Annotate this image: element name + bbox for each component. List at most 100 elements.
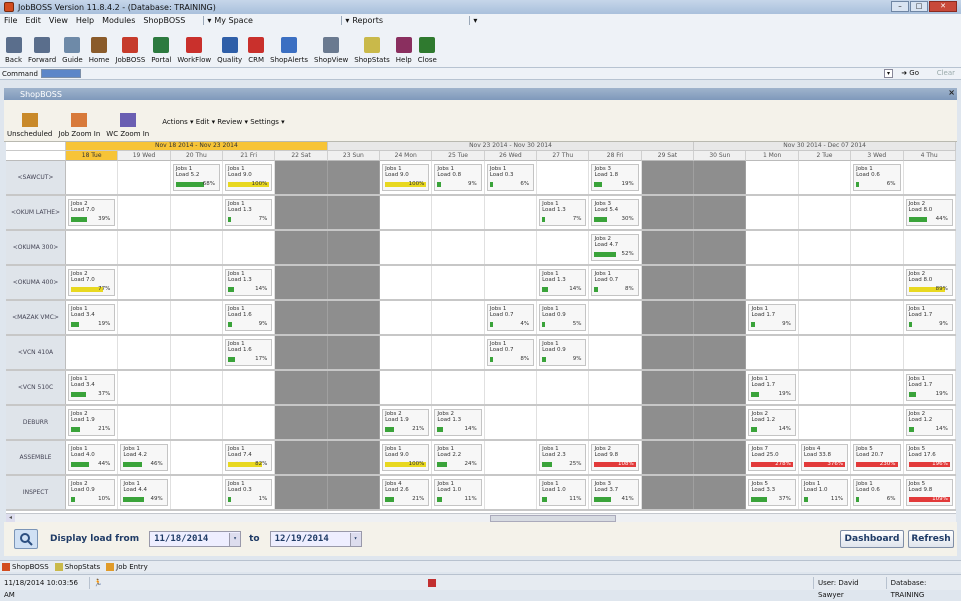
- day-cell[interactable]: [171, 406, 224, 439]
- day-cell[interactable]: [223, 231, 276, 264]
- day-cell[interactable]: Jobs 1 Load 2.2 24%: [432, 441, 485, 474]
- day-cell[interactable]: [380, 336, 433, 369]
- day-cell[interactable]: [275, 266, 328, 299]
- day-cell[interactable]: [641, 196, 695, 229]
- load-card[interactable]: Jobs 1 Load 2.2 24%: [434, 444, 482, 471]
- day-cell[interactable]: [118, 301, 171, 334]
- day-cell[interactable]: [66, 336, 119, 369]
- workcenter-name[interactable]: <OKUM LATHE>: [6, 196, 66, 229]
- day-cell[interactable]: Jobs 1 Load 1.6 17%: [223, 336, 276, 369]
- day-cell[interactable]: [380, 231, 433, 264]
- menu-file[interactable]: File: [4, 16, 17, 25]
- load-card[interactable]: Jobs 2 Load 7.0 77%: [68, 269, 116, 296]
- load-card[interactable]: Jobs 1 Load 1.7 19%: [905, 374, 953, 401]
- day-cell[interactable]: Jobs 5 Load 3.3 37%: [746, 476, 799, 509]
- day-cell[interactable]: [223, 371, 276, 404]
- load-card[interactable]: Jobs 1 Load 1.6 17%: [225, 339, 273, 366]
- load-card[interactable]: Jobs 1 Load 9.0 100%: [225, 164, 273, 191]
- menu-shopboss[interactable]: ShopBOSS: [143, 16, 185, 25]
- day-cell[interactable]: [171, 231, 224, 264]
- toolbar-home-button[interactable]: Home: [86, 26, 113, 67]
- load-card[interactable]: Jobs 1 Load 1.6 9%: [225, 304, 273, 331]
- day-cell[interactable]: Jobs 5 Load 17.6 196%: [904, 441, 956, 474]
- toolbar-shopstats-button[interactable]: ShopStats: [351, 26, 392, 67]
- from-date-field[interactable]: 11/18/2014 ▾: [149, 531, 242, 547]
- day-cell[interactable]: Jobs 4 Load 33.8 376%: [799, 441, 852, 474]
- day-cell[interactable]: [275, 371, 328, 404]
- load-card[interactable]: Jobs 5 Load 3.3 37%: [748, 479, 796, 506]
- day-cell[interactable]: [641, 476, 695, 509]
- day-cell[interactable]: [799, 336, 852, 369]
- day-cell[interactable]: [746, 266, 799, 299]
- load-card[interactable]: Jobs 1 Load 3.4 19%: [68, 304, 116, 331]
- load-card[interactable]: Jobs 2 Load 1.3 14%: [434, 409, 482, 436]
- load-card[interactable]: Jobs 3 Load 5.4 30%: [591, 199, 639, 226]
- tab-shopstats[interactable]: ShopStats: [54, 562, 100, 571]
- close-window-button[interactable]: ✕: [929, 1, 957, 12]
- day-cell[interactable]: [694, 161, 747, 194]
- day-cell[interactable]: Jobs 1 Load 1.7 19%: [746, 371, 799, 404]
- day-cell[interactable]: [485, 196, 538, 229]
- day-cell[interactable]: [904, 336, 956, 369]
- tab-shopboss[interactable]: ShopBOSS: [2, 562, 49, 571]
- workcenter-name[interactable]: ASSEMBLE: [6, 441, 66, 474]
- day-cell[interactable]: Jobs 2 Load 4.7 52%: [589, 231, 642, 264]
- day-cell[interactable]: [851, 266, 904, 299]
- load-card[interactable]: Jobs 2 Load 1.2 14%: [905, 409, 953, 436]
- calendar-dropdown-icon[interactable]: ▾: [349, 532, 361, 546]
- load-card[interactable]: Jobs 4 Load 33.8 376%: [800, 444, 849, 471]
- day-cell[interactable]: [327, 406, 381, 439]
- day-cell[interactable]: [380, 301, 433, 334]
- day-cell[interactable]: [537, 371, 590, 404]
- command-input[interactable]: [40, 69, 81, 78]
- day-cell[interactable]: [694, 476, 747, 509]
- day-cell[interactable]: Jobs 1 Load 4.2 46%: [118, 441, 171, 474]
- day-cell[interactable]: Jobs 7 Load 25.0 278%: [746, 441, 799, 474]
- day-cell[interactable]: Jobs 1 Load 4.4 49%: [118, 476, 171, 509]
- day-cell[interactable]: [694, 266, 747, 299]
- day-cell[interactable]: [746, 161, 799, 194]
- load-card[interactable]: Jobs 1 Load 4.2 46%: [120, 444, 168, 471]
- to-date-field[interactable]: 12/19/2014 ▾: [269, 531, 362, 547]
- load-card[interactable]: Jobs 1 Load 1.7 19%: [748, 374, 796, 401]
- day-cell[interactable]: Jobs 3 Load 3.7 41%: [589, 476, 642, 509]
- day-cell[interactable]: [694, 371, 747, 404]
- day-cell[interactable]: Jobs 1 Load 1.7 9%: [746, 301, 799, 334]
- load-card[interactable]: Jobs 1 Load 1.7 9%: [748, 304, 796, 331]
- day-cell[interactable]: [851, 196, 904, 229]
- load-card[interactable]: Jobs 1 Load 0.3 1%: [225, 479, 273, 506]
- day-cell[interactable]: [589, 301, 642, 334]
- day-cell[interactable]: [904, 231, 956, 264]
- day-cell[interactable]: Jobs 1 Load 1.3 14%: [537, 266, 590, 299]
- day-cell[interactable]: [66, 161, 119, 194]
- day-cell[interactable]: [432, 371, 485, 404]
- load-card[interactable]: Jobs 1 Load 0.3 6%: [486, 164, 535, 191]
- toolbar-shopview-button[interactable]: ShopView: [311, 26, 351, 67]
- day-cell[interactable]: [746, 196, 799, 229]
- day-cell[interactable]: [275, 336, 328, 369]
- day-cell[interactable]: Jobs 2 Load 9.8 108%: [589, 441, 642, 474]
- day-cell[interactable]: Jobs 1 Load 1.0 11%: [537, 476, 590, 509]
- toolbar-forward-button[interactable]: Forward: [25, 26, 59, 67]
- go-button[interactable]: ➜ Go: [901, 69, 919, 77]
- toolbar-back-button[interactable]: Back: [2, 26, 25, 67]
- day-cell[interactable]: [380, 371, 433, 404]
- day-cell[interactable]: [851, 231, 904, 264]
- load-card[interactable]: Jobs 1 Load 0.7 8%: [591, 269, 639, 296]
- minimize-button[interactable]: –: [891, 1, 909, 12]
- load-card[interactable]: Jobs 1 Load 1.3 14%: [539, 269, 587, 296]
- day-cell[interactable]: [223, 406, 276, 439]
- day-cell[interactable]: Jobs 2 Load 7.0 39%: [66, 196, 119, 229]
- day-cell[interactable]: Jobs 1 Load 3.4 19%: [66, 301, 119, 334]
- load-card[interactable]: Jobs 1 Load 1.0 11%: [434, 479, 482, 506]
- load-card[interactable]: Jobs 1 Load 1.3 14%: [225, 269, 273, 296]
- day-cell[interactable]: [485, 231, 538, 264]
- search-button[interactable]: [14, 529, 38, 549]
- job-zoom-in-button[interactable]: Job Zoom In: [55, 100, 103, 141]
- day-cell[interactable]: [641, 441, 695, 474]
- load-card[interactable]: Jobs 2 Load 4.7 52%: [591, 234, 639, 261]
- day-cell[interactable]: [327, 476, 381, 509]
- day-cell[interactable]: [799, 371, 852, 404]
- day-cell[interactable]: [589, 336, 642, 369]
- menu-edit[interactable]: Edit: [25, 16, 41, 25]
